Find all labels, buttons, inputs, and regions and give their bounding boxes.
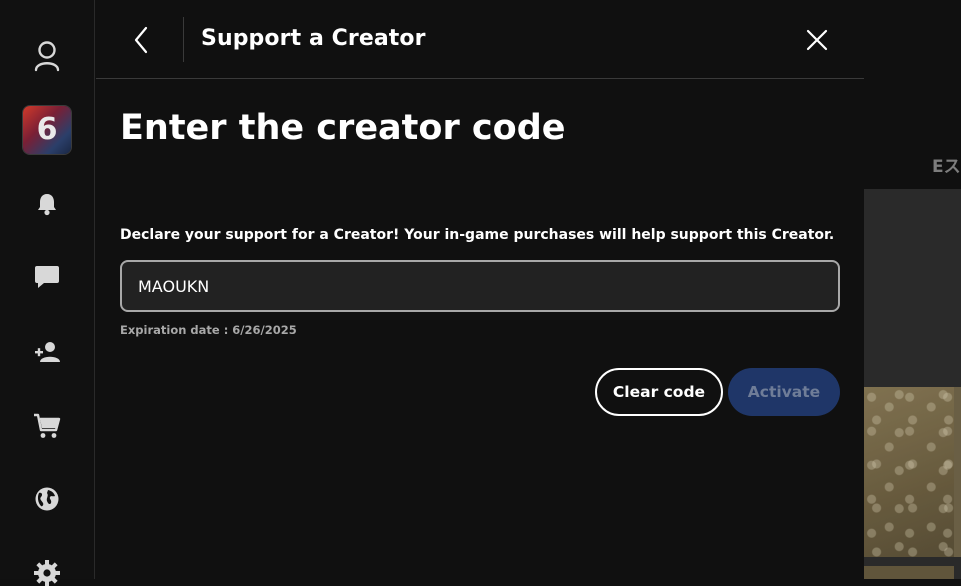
support-creator-panel: Support a Creator Enter the creator code… <box>96 0 864 579</box>
friends-icon[interactable] <box>34 340 60 364</box>
game-tile-text: 6 <box>36 112 58 147</box>
header-divider <box>183 17 184 62</box>
chat-icon[interactable] <box>34 264 60 290</box>
creator-code-input[interactable] <box>120 260 840 312</box>
close-button[interactable] <box>804 27 830 53</box>
background-thumbnail-2 <box>864 566 954 579</box>
clear-code-button[interactable]: Clear code <box>595 368 723 416</box>
cart-icon[interactable] <box>33 412 61 440</box>
background-thumbnail <box>864 387 954 557</box>
support-description: Declare your support for a Creator! Your… <box>120 227 835 243</box>
game-thumbnail: 6 <box>23 106 71 154</box>
background-content: Eス <box>864 0 961 579</box>
activate-button[interactable]: Activate <box>728 368 840 416</box>
bell-icon[interactable] <box>36 192 58 216</box>
expiration-date: Expiration date : 6/26/2025 <box>120 323 297 337</box>
panel-title: Support a Creator <box>201 26 426 51</box>
gear-icon[interactable] <box>34 560 60 586</box>
back-button[interactable] <box>126 24 156 56</box>
profile-icon[interactable] <box>34 40 60 72</box>
chevron-left-icon <box>134 26 148 54</box>
background-strip <box>954 387 961 557</box>
background-partial-text: Eス <box>932 157 961 177</box>
page-heading: Enter the creator code <box>120 108 566 148</box>
close-icon <box>806 29 828 51</box>
globe-icon[interactable] <box>34 486 60 512</box>
left-nav-rail: 6 <box>0 0 95 586</box>
game-tile[interactable]: 6 <box>23 106 71 154</box>
panel-header: Support a Creator <box>96 0 864 79</box>
